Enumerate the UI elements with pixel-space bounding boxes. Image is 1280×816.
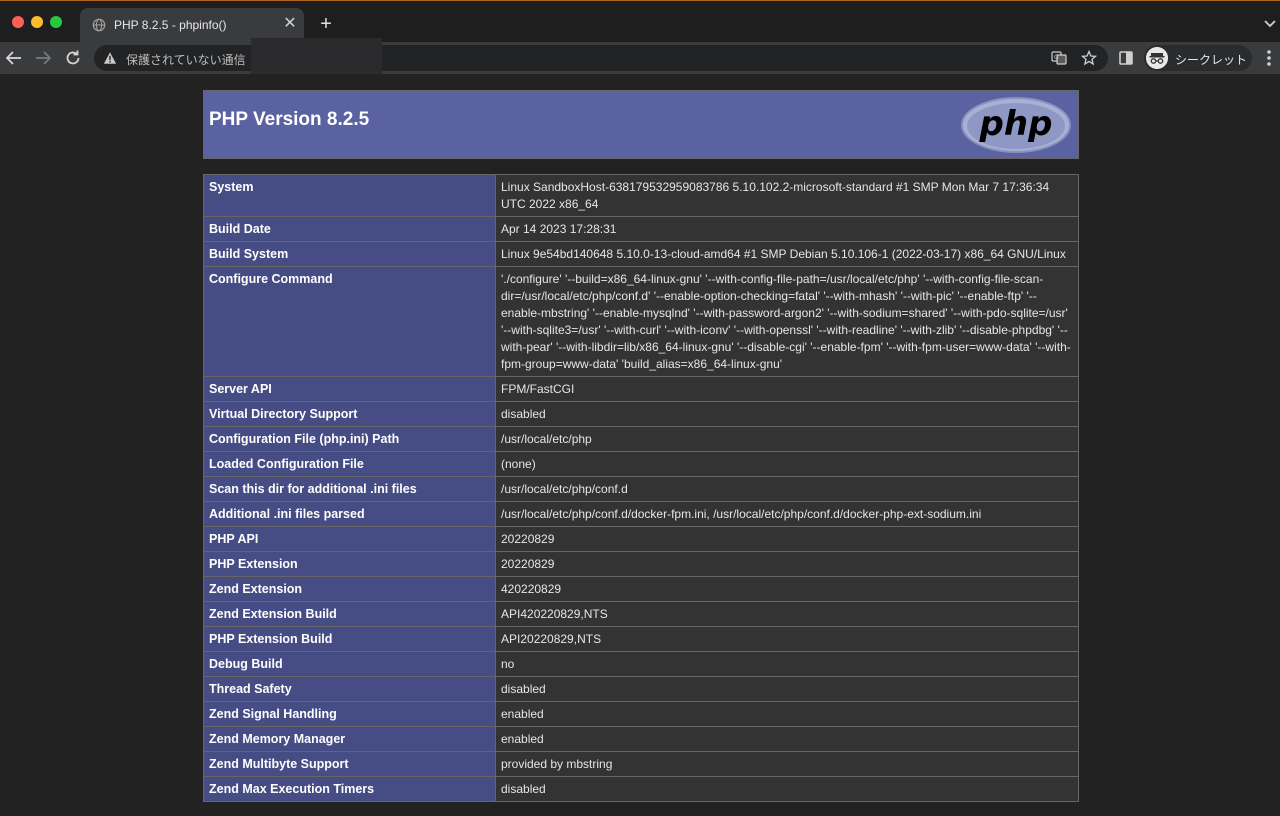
row-label: Additional .ini files parsed — [203, 501, 496, 527]
row-label: Zend Extension — [203, 576, 496, 602]
row-label: Zend Extension Build — [203, 601, 496, 627]
row-value: /usr/local/etc/php/conf.d/docker-fpm.ini… — [495, 501, 1079, 527]
row-label: Zend Multibyte Support — [203, 751, 496, 777]
window-zoom-button[interactable] — [50, 16, 62, 28]
forward-arrow-icon[interactable] — [33, 48, 53, 68]
row-label: Thread Safety — [203, 676, 496, 702]
tab-title: PHP 8.2.5 - phpinfo() — [114, 18, 227, 32]
table-row: Build System Linux 9e54bd140648 5.10.0-13… — [203, 241, 1079, 267]
php-logo-text: php — [979, 104, 1053, 144]
incognito-indicator[interactable]: シークレット — [1144, 45, 1252, 71]
row-value: disabled — [495, 401, 1079, 427]
row-value: /usr/local/etc/php/conf.d — [495, 476, 1079, 502]
row-label: PHP Extension — [203, 551, 496, 577]
row-label: Server API — [203, 376, 496, 402]
row-value: Apr 14 2023 17:28:31 — [495, 216, 1079, 242]
table-row: Configure Command './configure' '--build=… — [203, 266, 1079, 377]
row-label: Build Date — [203, 216, 496, 242]
row-label: PHP API — [203, 526, 496, 552]
table-row: Additional .ini files parsed/usr/local/e… — [203, 501, 1079, 527]
row-label: Configure Command — [203, 266, 496, 377]
row-value: no — [495, 651, 1079, 677]
table-row: PHP API 20220829 — [203, 526, 1079, 552]
row-value: enabled — [495, 726, 1079, 752]
row-label: Zend Max Execution Timers — [203, 776, 496, 802]
row-value: provided by mbstring — [495, 751, 1079, 777]
warning-icon[interactable] — [103, 51, 117, 65]
row-label: Debug Build — [203, 651, 496, 677]
row-value: 20220829 — [495, 526, 1079, 552]
table-row: Virtual Directory Support disabled — [203, 401, 1079, 427]
reload-icon[interactable] — [63, 48, 83, 68]
table-row: Configuration File (php.ini) Path/usr/lo… — [203, 426, 1079, 452]
table-row: PHP Extension 20220829 — [203, 551, 1079, 577]
row-label: Scan this dir for additional .ini files — [203, 476, 496, 502]
row-value: enabled — [495, 701, 1079, 727]
row-label: System — [203, 174, 496, 217]
row-value: FPM/FastCGI — [495, 376, 1079, 402]
globe-icon — [92, 18, 106, 32]
row-label: Zend Memory Manager — [203, 726, 496, 752]
php-info-table: System Linux SandboxHost-6381795329590837… — [203, 174, 1079, 802]
row-value: disabled — [495, 776, 1079, 802]
window-close-button[interactable] — [12, 16, 24, 28]
security-status-text: 保護されていない通信 — [126, 53, 246, 67]
table-row: Zend Extension Build API420220829,NTS — [203, 601, 1079, 627]
incognito-icon — [1146, 47, 1168, 69]
bookmark-star-icon[interactable] — [1081, 50, 1097, 66]
side-panel-icon[interactable] — [1118, 50, 1134, 66]
row-label: PHP Extension Build — [203, 626, 496, 652]
page-title: PHP Version 8.2.5 — [209, 109, 370, 130]
table-row: Scan this dir for additional .ini files /… — [203, 476, 1079, 502]
row-value: 20220829 — [495, 551, 1079, 577]
table-row: Thread Safety disabled — [203, 676, 1079, 702]
row-label: Build System — [203, 241, 496, 267]
row-label: Zend Signal Handling — [203, 701, 496, 727]
row-label: Configuration File (php.ini) Path — [203, 426, 496, 452]
table-row: Zend Multibyte Support provided by mbstri… — [203, 751, 1079, 777]
browser-toolbar: 保護されていない通信 G シークレット — [0, 42, 1280, 74]
table-row: Zend Max Execution Timers disabled — [203, 776, 1079, 802]
svg-text:G: G — [1054, 54, 1059, 61]
table-row: Zend Extension 420220829 — [203, 576, 1079, 602]
redacted-url-overlay — [251, 38, 382, 78]
row-value: Linux SandboxHost-638179532959083786 5.1… — [495, 174, 1079, 217]
row-value: /usr/local/etc/php — [495, 426, 1079, 452]
table-row: PHP Extension Build API20220829,NTS — [203, 626, 1079, 652]
row-label: Virtual Directory Support — [203, 401, 496, 427]
php-version-header: PHP Version 8.2.5 php — [203, 90, 1079, 159]
row-value: 420220829 — [495, 576, 1079, 602]
row-value: (none) — [495, 451, 1079, 477]
row-value: disabled — [495, 676, 1079, 702]
php-logo[interactable]: php — [960, 96, 1072, 154]
table-row: Server API FPM/FastCGI — [203, 376, 1079, 402]
table-row: System Linux SandboxHost-6381795329590837… — [203, 174, 1079, 217]
tab-close-icon[interactable]: ✕ — [280, 14, 300, 34]
incognito-label: シークレット — [1175, 53, 1248, 67]
row-value: API420220829,NTS — [495, 601, 1079, 627]
more-menu-icon[interactable] — [1262, 48, 1276, 68]
table-row: Zend Signal Handling enabled — [203, 701, 1079, 727]
table-row: Build Date Apr 14 2023 17:28:31 — [203, 216, 1079, 242]
row-label: Loaded Configuration File — [203, 451, 496, 477]
tab-strip: PHP 8.2.5 - phpinfo() ✕ + — [0, 0, 1280, 43]
table-row: Zend Memory Manager enabled — [203, 726, 1079, 752]
table-row: Debug Build no — [203, 651, 1079, 677]
translate-icon[interactable]: G — [1051, 50, 1067, 66]
new-tab-icon[interactable]: + — [316, 14, 336, 34]
row-value: Linux 9e54bd140648 5.10.0-13-cloud-amd64… — [495, 241, 1079, 267]
address-bar[interactable]: 保護されていない通信 G — [94, 45, 1108, 71]
row-value: './configure' '--build=x86_64-linux-gnu'… — [495, 266, 1079, 377]
back-arrow-icon[interactable] — [4, 48, 24, 68]
table-row: Loaded Configuration File (none) — [203, 451, 1079, 477]
row-value: API20220829,NTS — [495, 626, 1079, 652]
page-content: PHP Version 8.2.5 php System Linux Sandbo… — [0, 74, 1280, 816]
window-minimize-button[interactable] — [31, 16, 43, 28]
chevron-down-icon[interactable] — [1262, 15, 1278, 31]
